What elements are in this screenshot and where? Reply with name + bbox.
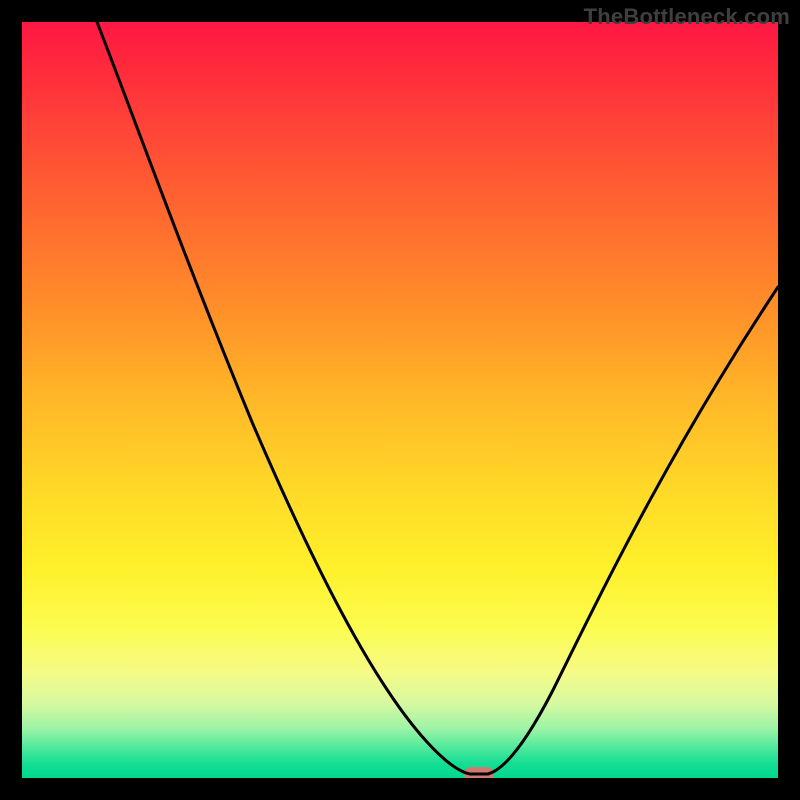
chart-frame: TheBottleneck.com xyxy=(0,0,800,800)
watermark-label: TheBottleneck.com xyxy=(584,4,790,30)
bottleneck-curve xyxy=(22,22,778,778)
curve-path xyxy=(97,22,778,774)
plot-area xyxy=(22,22,778,778)
